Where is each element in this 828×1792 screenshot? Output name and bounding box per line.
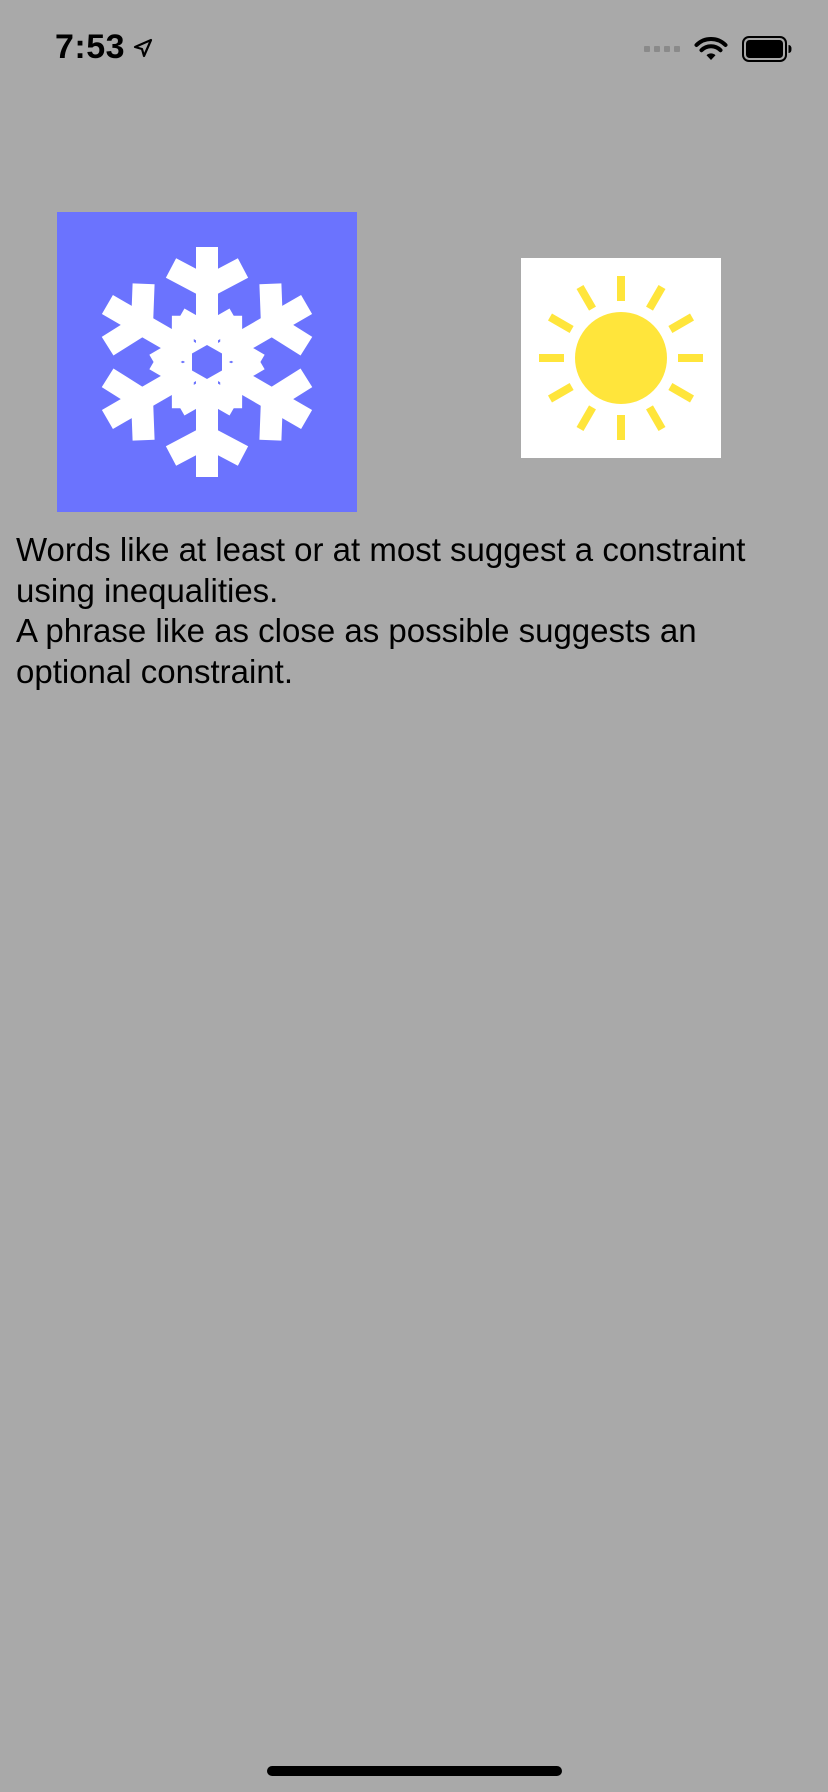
signal-icon — [644, 46, 680, 52]
status-time: 7:53 — [55, 28, 126, 66]
status-bar: 7:53 — [0, 0, 828, 100]
description-line-2: A phrase like as close as possible sugge… — [16, 612, 697, 690]
description-line-1: Words like at least or at most suggest a… — [16, 531, 746, 609]
sun-image — [521, 258, 721, 458]
location-arrow-icon — [133, 38, 153, 57]
status-time-container: 7:53 — [55, 28, 155, 67]
snowflake-icon — [101, 247, 313, 477]
home-indicator[interactable] — [267, 1766, 562, 1776]
snowflake-image — [57, 212, 357, 512]
status-icons — [644, 36, 792, 62]
wifi-icon — [694, 37, 728, 60]
sun-icon — [539, 276, 703, 440]
battery-icon — [742, 36, 792, 62]
description-text: Words like at least or at most suggest a… — [16, 530, 816, 692]
